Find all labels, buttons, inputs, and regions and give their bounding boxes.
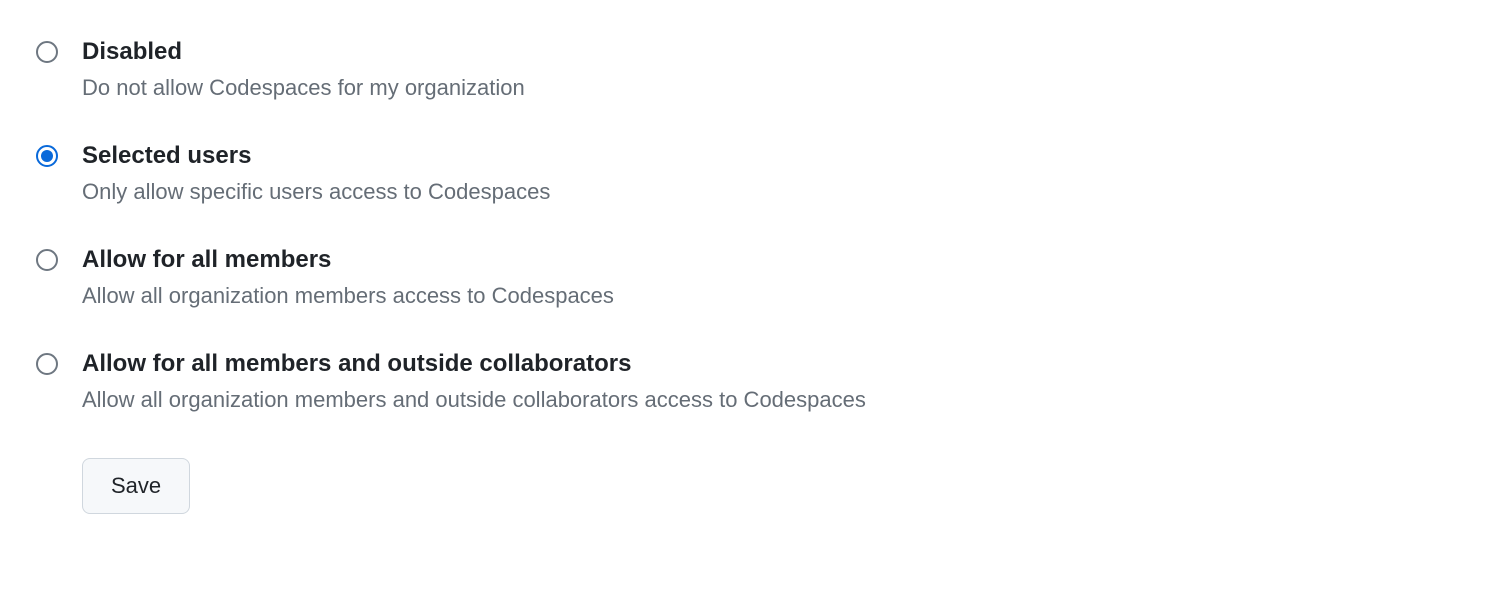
radio-title: Selected users: [82, 140, 550, 171]
radio-icon: [36, 353, 58, 375]
radio-title: Allow for all members and outside collab…: [82, 348, 866, 379]
radio-icon: [36, 145, 58, 167]
radio-text: Disabled Do not allow Codespaces for my …: [82, 36, 525, 104]
radio-description: Allow all organization members access to…: [82, 281, 614, 312]
save-button[interactable]: Save: [82, 458, 190, 514]
radio-description: Do not allow Codespaces for my organizat…: [82, 73, 525, 104]
radio-icon: [36, 249, 58, 271]
radio-text: Selected users Only allow specific users…: [82, 140, 550, 208]
radio-text: Allow for all members Allow all organiza…: [82, 244, 614, 312]
radio-option-selected-users[interactable]: Selected users Only allow specific users…: [36, 140, 1462, 208]
radio-text: Allow for all members and outside collab…: [82, 348, 866, 416]
radio-description: Only allow specific users access to Code…: [82, 177, 550, 208]
radio-option-all-members[interactable]: Allow for all members Allow all organiza…: [36, 244, 1462, 312]
radio-icon: [36, 41, 58, 63]
radio-option-all-members-and-collaborators[interactable]: Allow for all members and outside collab…: [36, 348, 1462, 416]
radio-title: Disabled: [82, 36, 525, 67]
radio-title: Allow for all members: [82, 244, 614, 275]
actions-row: Save: [82, 458, 1462, 514]
radio-option-disabled[interactable]: Disabled Do not allow Codespaces for my …: [36, 36, 1462, 104]
codespaces-access-radio-group: Disabled Do not allow Codespaces for my …: [36, 36, 1462, 416]
radio-description: Allow all organization members and outsi…: [82, 385, 866, 416]
